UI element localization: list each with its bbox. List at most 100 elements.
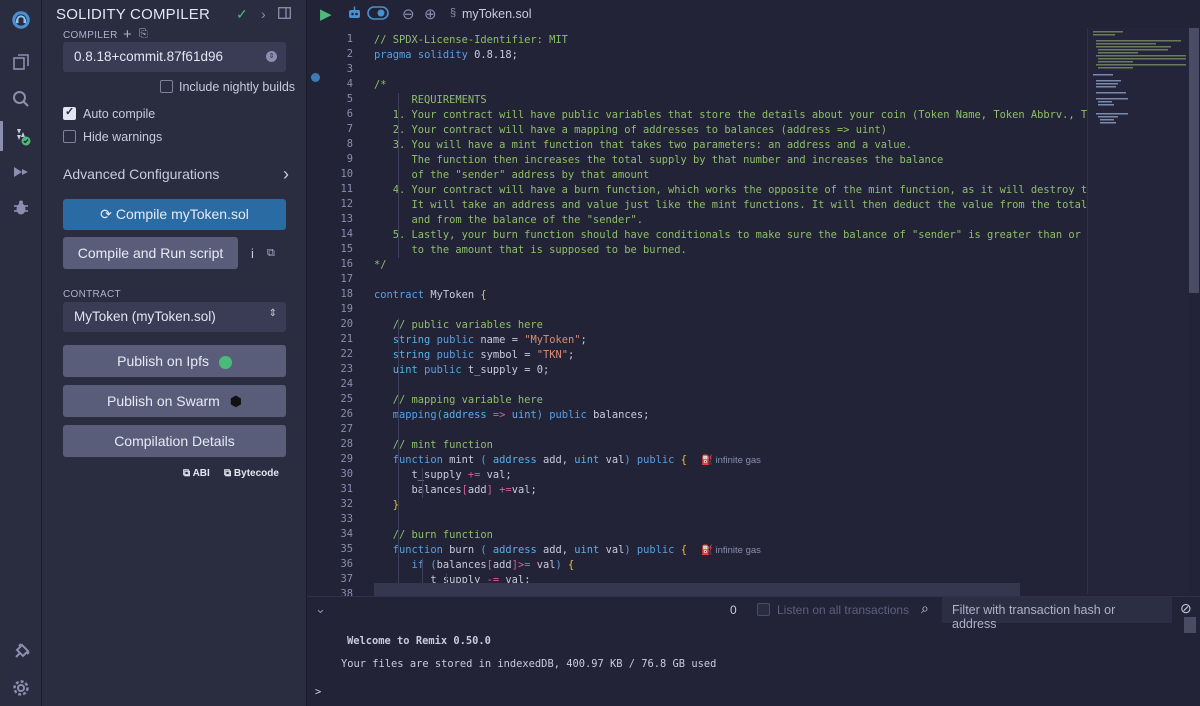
- code-line: // SPDX-License-Identifier: MIT: [374, 34, 568, 46]
- code-editor[interactable]: // SPDX-License-Identifier: MIT pragma so…: [374, 28, 1087, 594]
- publish-ipfs-button[interactable]: Publish on Ipfs: [63, 345, 286, 377]
- code-line: function mint ( address add, uint val) p…: [392, 454, 687, 466]
- publish-ipfs-label: Publish on Ipfs: [117, 353, 209, 369]
- ai-copilot-icon[interactable]: [347, 5, 362, 24]
- terminal-scrollbar[interactable]: [1184, 617, 1196, 633]
- line-number: 36: [340, 558, 353, 570]
- line-number: 31: [340, 483, 353, 495]
- code-line: // mint function: [374, 439, 493, 451]
- terminal-prompt[interactable]: >: [315, 686, 321, 698]
- zoom-in-icon[interactable]: ⊕: [424, 5, 437, 23]
- welcome-message: Welcome to Remix 0.50.0: [347, 635, 491, 647]
- code-line: // burn function: [374, 529, 493, 541]
- indent-guide: [422, 468, 423, 498]
- breakpoint-marker[interactable]: [311, 73, 320, 82]
- advanced-config-label: Advanced Configurations: [63, 166, 220, 182]
- compiler-version-value: 0.8.18+commit.87f61d96: [74, 49, 223, 64]
- compile-run-script-button[interactable]: Compile and Run script: [63, 237, 238, 269]
- code-line: 5. Lastly, your burn function should hav…: [374, 229, 1087, 241]
- code-line: The function then increases the total su…: [374, 154, 944, 166]
- plugin-manager-icon[interactable]: [9, 640, 33, 664]
- listen-all-transactions-checkbox[interactable]: [757, 603, 770, 616]
- hide-warnings-checkbox[interactable]: [63, 130, 76, 143]
- line-number: 27: [340, 423, 353, 435]
- search-icon: ⌕: [921, 600, 929, 616]
- solidity-compiler-icon[interactable]: [9, 124, 33, 148]
- auto-compile-label: Auto compile: [83, 107, 156, 121]
- contract-select[interactable]: MyToken (myToken.sol) ⇕: [63, 302, 286, 332]
- settings-icon[interactable]: [9, 676, 33, 700]
- copy-bytecode-link[interactable]: ⧉ Bytecode: [224, 468, 279, 479]
- deploy-run-icon[interactable]: [9, 160, 33, 184]
- abi-label: ABI: [192, 468, 210, 479]
- transaction-filter-input[interactable]: Filter with transaction hash or address: [942, 597, 1172, 631]
- compile-button[interactable]: ⟳ Compile myToken.sol: [63, 199, 286, 230]
- code-line: 3. You will have a mint function that ta…: [374, 139, 912, 151]
- nightly-builds-checkbox[interactable]: [160, 80, 173, 93]
- copy-abi-link[interactable]: ⧉ ABI: [183, 468, 210, 479]
- toggle-switch-icon[interactable]: [367, 6, 389, 24]
- compile-run-script-label: Compile and Run script: [77, 245, 224, 261]
- line-number: 29: [340, 453, 353, 465]
- line-number: 32: [340, 498, 353, 510]
- refresh-icon: ⟳: [100, 206, 112, 222]
- line-number: 30: [340, 468, 353, 480]
- code-line: contract MyToken {: [374, 289, 487, 301]
- clear-console-icon[interactable]: ⊘: [1180, 600, 1192, 617]
- code-line: }: [392, 499, 400, 511]
- search-icon[interactable]: [9, 87, 33, 111]
- check-icon: ✓: [236, 6, 248, 22]
- auto-compile-checkbox[interactable]: [63, 105, 76, 120]
- debugger-icon[interactable]: [9, 196, 33, 220]
- collapse-terminal-icon[interactable]: ⌄: [315, 601, 326, 617]
- line-number: 34: [340, 528, 353, 540]
- terminal-panel: ⌄ 0 Listen on all transactions ⌕ Filter …: [307, 596, 1200, 706]
- solidity-compiler-panel: SOLIDITY COMPILER ✓ › COMPILER + ⎘ 0.8.1…: [42, 0, 307, 706]
- zoom-out-icon[interactable]: ⊖: [402, 5, 415, 23]
- code-line: function burn ( address add, uint val) p…: [392, 544, 687, 556]
- line-number: 7: [346, 123, 353, 135]
- panel-title: SOLIDITY COMPILER: [56, 6, 210, 23]
- code-line: pragma solidity 0.8.18;: [374, 49, 518, 61]
- contract-label: CONTRACT: [63, 289, 121, 300]
- remix-logo-icon[interactable]: [5, 4, 37, 36]
- line-number: 20: [340, 318, 353, 330]
- file-explorer-icon[interactable]: [9, 50, 33, 74]
- chevron-right-icon[interactable]: ›: [261, 6, 266, 22]
- publish-swarm-button[interactable]: Publish on Swarm ⬢: [63, 385, 286, 417]
- select-arrows-icon: ⇕: [268, 308, 277, 319]
- line-number: 2: [346, 48, 353, 60]
- select-arrows-icon: ⇕: [266, 51, 277, 62]
- copy-icon: ⧉: [183, 468, 193, 479]
- indent-guide: [398, 318, 399, 594]
- code-line: if (balances[add]>= val) {: [411, 559, 575, 571]
- minimap[interactable]: [1087, 28, 1189, 594]
- dock-panel-icon[interactable]: [278, 6, 291, 22]
- line-number: 8: [346, 138, 353, 150]
- custom-compiler-icon[interactable]: ⎘: [139, 28, 148, 41]
- ipfs-icon: [218, 355, 232, 369]
- chevron-right-icon: ›: [283, 164, 289, 184]
- run-icon[interactable]: ▶: [320, 5, 332, 23]
- code-line: 2. Your contract will have a mapping of …: [374, 124, 887, 136]
- line-number: 17: [340, 273, 353, 285]
- editor-scrollbar[interactable]: [1189, 28, 1199, 293]
- swarm-icon: ⬢: [229, 393, 242, 409]
- line-number: 5: [346, 93, 353, 105]
- line-number: 12: [340, 198, 353, 210]
- info-icon[interactable]: i: [251, 246, 254, 261]
- line-number-gutter: 1 2 3 4 5 6 7 8 9 10 11 12 13 14 15 16 17 18 19 20 21 22 23 24 2…: [307, 28, 367, 600]
- line-number: 19: [340, 303, 353, 315]
- compilation-details-button[interactable]: Compilation Details: [63, 425, 286, 457]
- copy-icon[interactable]: ⧉: [267, 247, 275, 260]
- editor-tab-mytoken[interactable]: myToken.sol: [462, 7, 531, 21]
- advanced-config-toggle[interactable]: Advanced Configurations ›: [63, 164, 289, 186]
- line-number: 4: [346, 78, 353, 90]
- line-number: 13: [340, 213, 353, 225]
- compiler-version-select[interactable]: 0.8.18+commit.87f61d96 ⇕: [63, 42, 286, 72]
- line-number: 23: [340, 363, 353, 375]
- add-compiler-icon[interactable]: +: [123, 26, 132, 43]
- copy-icon: ⧉: [224, 468, 234, 479]
- line-number: 10: [340, 168, 353, 180]
- nightly-builds-label: Include nightly builds: [179, 80, 296, 94]
